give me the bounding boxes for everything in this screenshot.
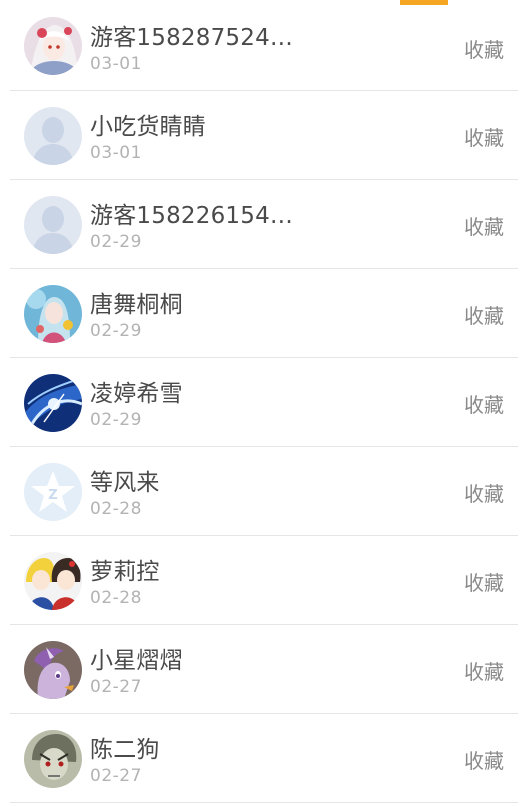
date: 02-29 <box>90 232 142 252</box>
user-list: 游客158287524… 03-01 收藏 小吃货睛睛 03-01 收藏 游客1… <box>0 0 532 803</box>
username: 小吃货睛睛 <box>90 114 206 140</box>
list-item[interactable]: 凌婷希雪 02-29 收藏 <box>0 358 532 447</box>
collect-button[interactable]: 收藏 <box>464 567 504 596</box>
avatar[interactable] <box>24 374 82 432</box>
date: 02-28 <box>90 588 142 608</box>
avatar[interactable] <box>24 196 82 254</box>
sketch-face-avatar-icon <box>24 730 82 788</box>
collect-button[interactable]: 收藏 <box>464 211 504 240</box>
collect-button[interactable]: 收藏 <box>464 478 504 507</box>
list-item[interactable]: 小星熠熠 02-27 收藏 <box>0 625 532 714</box>
collect-button[interactable]: 收藏 <box>464 389 504 418</box>
date: 02-27 <box>90 677 142 697</box>
username: 小星熠熠 <box>90 648 183 674</box>
list-item[interactable]: Z 等风来 02-28 收藏 <box>0 447 532 536</box>
default-avatar-icon <box>24 196 82 254</box>
date: 02-29 <box>90 321 142 341</box>
qzone-star-avatar-icon: Z <box>24 463 82 521</box>
username: 等风来 <box>90 470 160 496</box>
username: 游客158226154… <box>90 203 294 229</box>
user-list-screen: 游客158287524… 03-01 收藏 小吃货睛睛 03-01 收藏 游客1… <box>0 0 532 806</box>
collect-button[interactable]: 收藏 <box>464 300 504 329</box>
date: 02-27 <box>90 766 142 786</box>
list-item[interactable]: 萝莉控 02-28 收藏 <box>0 536 532 625</box>
list-item[interactable]: 游客158226154… 02-29 收藏 <box>0 180 532 269</box>
avatar[interactable] <box>24 730 82 788</box>
anime-girl-avatar-icon <box>24 285 82 343</box>
username: 凌婷希雪 <box>90 381 183 407</box>
collect-button[interactable]: 收藏 <box>464 745 504 774</box>
list-item[interactable]: 陈二狗 02-27 收藏 <box>0 714 532 803</box>
collect-button[interactable]: 收藏 <box>464 656 504 685</box>
date: 02-28 <box>90 499 142 519</box>
anime-girl-avatar-icon <box>24 17 82 75</box>
date: 03-01 <box>90 143 142 163</box>
avatar[interactable] <box>24 641 82 699</box>
avatar[interactable] <box>24 17 82 75</box>
collect-button[interactable]: 收藏 <box>464 122 504 151</box>
anime-duo-avatar-icon <box>24 552 82 610</box>
avatar[interactable] <box>24 107 82 165</box>
list-item[interactable]: 唐舞桐桐 02-29 收藏 <box>0 269 532 358</box>
collect-button[interactable]: 收藏 <box>464 34 504 63</box>
avatar[interactable]: Z <box>24 463 82 521</box>
avatar[interactable] <box>24 552 82 610</box>
default-avatar-icon <box>24 107 82 165</box>
pony-avatar-icon <box>24 641 82 699</box>
username: 萝莉控 <box>90 559 160 585</box>
date: 02-29 <box>90 410 142 430</box>
blue-art-avatar-icon <box>24 374 82 432</box>
avatar[interactable] <box>24 285 82 343</box>
username: 唐舞桐桐 <box>90 292 183 318</box>
date: 03-01 <box>90 54 142 74</box>
username: 陈二狗 <box>90 737 160 763</box>
list-item[interactable]: 游客158287524… 03-01 收藏 <box>0 0 532 91</box>
list-item[interactable]: 小吃货睛睛 03-01 收藏 <box>0 91 532 180</box>
username: 游客158287524… <box>90 25 294 51</box>
svg-text:Z: Z <box>48 488 57 503</box>
